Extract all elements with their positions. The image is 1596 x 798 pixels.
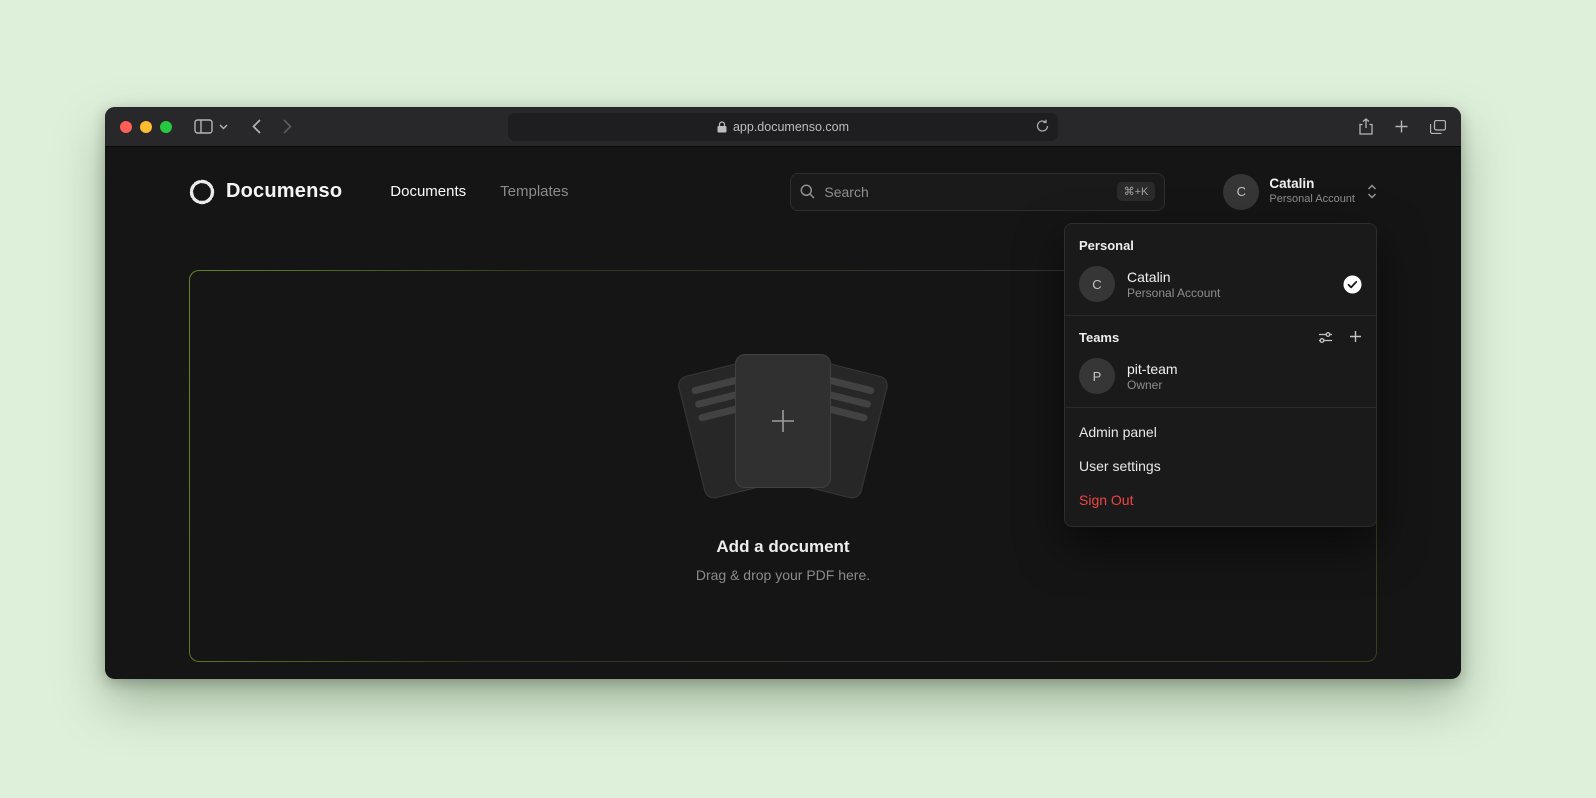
brand-logo[interactable]: Documenso <box>189 179 342 205</box>
menu-item-sign-out[interactable]: Sign Out <box>1065 483 1376 517</box>
search-shortcut-badge: ⌘+K <box>1117 182 1156 201</box>
account-dropdown-menu: Personal C Catalin Personal Account Team… <box>1064 223 1377 527</box>
url-text: app.documenso.com <box>733 120 849 134</box>
team-avatar: P <box>1079 358 1115 394</box>
app-page: Documenso Documents Templates ⌘+K C Cata… <box>105 147 1461 678</box>
account-avatar: C <box>1223 174 1259 210</box>
tab-overview-icon[interactable] <box>1430 120 1446 134</box>
account-menu-button[interactable]: C Catalin Personal Account <box>1223 174 1377 210</box>
search-input[interactable] <box>824 184 1107 200</box>
forward-icon[interactable] <box>283 119 292 134</box>
brand-name: Documenso <box>226 180 342 203</box>
sidebar-toggle-icon[interactable] <box>194 119 213 134</box>
personal-item-name: Catalin <box>1127 268 1220 286</box>
new-tab-icon[interactable] <box>1395 120 1408 133</box>
personal-section-label: Personal <box>1065 224 1376 259</box>
documenso-logo-icon <box>189 179 215 205</box>
search-icon <box>800 184 815 199</box>
document-stack-illustration <box>678 349 888 499</box>
back-icon[interactable] <box>252 119 261 134</box>
team-item-name: pit-team <box>1127 360 1178 378</box>
teams-label-text: Teams <box>1079 330 1119 345</box>
selected-check-icon <box>1343 275 1362 294</box>
menu-links: Admin panel User settings Sign Out <box>1065 408 1376 526</box>
teams-section-label: Teams <box>1065 316 1376 351</box>
menu-item-admin-panel[interactable]: Admin panel <box>1065 415 1376 449</box>
traffic-lights <box>120 121 172 133</box>
search-bar[interactable]: ⌘+K <box>790 173 1165 211</box>
stack-card-center <box>735 354 831 488</box>
team-item-role: Owner <box>1127 378 1178 392</box>
add-team-icon[interactable] <box>1349 330 1362 345</box>
url-bar[interactable]: app.documenso.com <box>508 113 1058 141</box>
plus-icon <box>768 406 798 436</box>
account-name: Catalin <box>1269 176 1355 193</box>
chevron-up-down-icon <box>1367 184 1377 199</box>
zoom-window-button[interactable] <box>160 121 172 133</box>
browser-toolbar: app.documenso.com <box>105 107 1461 147</box>
personal-item-subtitle: Personal Account <box>1127 286 1220 300</box>
reload-icon[interactable] <box>1036 119 1049 133</box>
browser-window: app.documenso.com <box>105 107 1461 679</box>
menu-item-user-settings[interactable]: User settings <box>1065 449 1376 483</box>
personal-avatar: C <box>1079 266 1115 302</box>
manage-teams-icon[interactable] <box>1318 330 1333 345</box>
dropzone-subtitle: Drag & drop your PDF here. <box>696 567 870 583</box>
dropzone-title: Add a document <box>716 537 849 557</box>
personal-account-item[interactable]: C Catalin Personal Account <box>1065 259 1376 315</box>
account-type: Personal Account <box>1269 193 1355 207</box>
team-item[interactable]: P pit-team Owner <box>1065 351 1376 407</box>
main-nav: Documents Templates <box>390 183 568 200</box>
close-window-button[interactable] <box>120 121 132 133</box>
share-icon[interactable] <box>1359 118 1373 135</box>
sidebar-chevron-down-icon[interactable] <box>219 124 228 130</box>
nav-documents[interactable]: Documents <box>390 183 466 200</box>
minimize-window-button[interactable] <box>140 121 152 133</box>
lock-icon <box>717 121 727 133</box>
nav-templates[interactable]: Templates <box>500 183 568 200</box>
